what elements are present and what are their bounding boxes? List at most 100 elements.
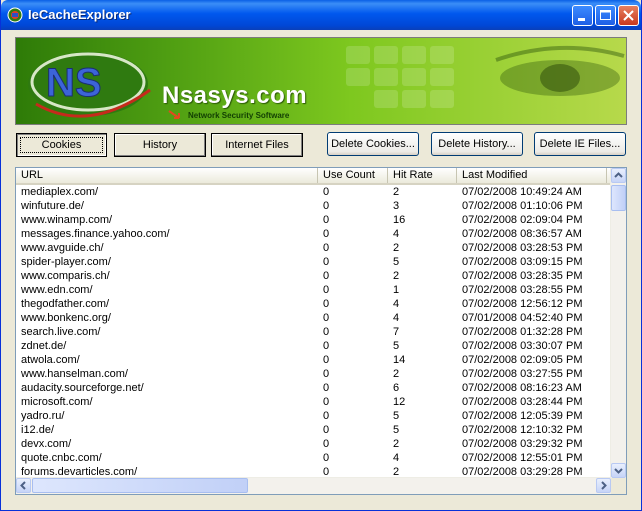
cell-url: www.bonkenc.org/	[21, 312, 111, 324]
scroll-up-button[interactable]	[611, 168, 626, 183]
table-row[interactable]: i12.de/0 5 07/02/2008 12:10:32 PM	[16, 423, 612, 437]
delete-ie-files-button-label: Delete IE Files...	[539, 138, 621, 150]
cell-last-modified: 07/02/2008 03:30:07 PM	[462, 340, 583, 352]
cell-use-count: 0	[323, 214, 330, 226]
scroll-down-button[interactable]	[611, 463, 626, 478]
list-header: URL Use Count Hit Rate Last Modified	[16, 168, 612, 185]
table-row[interactable]: spider-player.com/0 5 07/02/2008 03:09:15 …	[16, 255, 612, 269]
delete-ie-files-button[interactable]: Delete IE Files...	[534, 132, 626, 156]
cell-hit-rate: 4	[393, 228, 400, 240]
cell-use-count: 0	[323, 354, 330, 366]
table-row[interactable]: www.winamp.com/0 16 07/02/2008 02:09:04 PM	[16, 213, 612, 227]
table-row[interactable]: atwola.com/0 14 07/02/2008 02:09:05 PM	[16, 353, 612, 367]
scroll-left-button[interactable]	[16, 478, 31, 493]
cell-use-count: 0	[323, 424, 330, 436]
cell-use-count: 0	[323, 396, 330, 408]
maximize-button[interactable]	[595, 5, 616, 26]
cell-url: search.live.com/	[21, 326, 101, 338]
main-window: IeCacheExplorer NS Nsasys.com Network Se…	[0, 0, 642, 511]
banner-decoration	[346, 68, 370, 86]
cell-last-modified: 07/02/2008 12:56:12 PM	[462, 298, 583, 310]
cell-last-modified: 07/02/2008 03:09:15 PM	[462, 256, 583, 268]
cell-use-count: 0	[323, 410, 330, 422]
table-row[interactable]: devx.com/0 2 07/02/2008 03:29:32 PM	[16, 437, 612, 451]
column-header-last-modified[interactable]: Last Modified	[457, 168, 607, 183]
table-row[interactable]: yadro.ru/0 5 07/02/2008 12:05:39 PM	[16, 409, 612, 423]
internet-files-button[interactable]: Internet Files	[211, 133, 303, 157]
table-row[interactable]: mediaplex.com/0 2 07/02/2008 10:49:24 AM	[16, 185, 612, 199]
close-button[interactable]	[618, 5, 639, 26]
table-row[interactable]: microsoft.com/0 12 07/02/2008 03:28:44 PM	[16, 395, 612, 409]
cell-url: yadro.ru/	[21, 410, 65, 422]
cell-use-count: 0	[323, 200, 330, 212]
table-row[interactable]: thegodfather.com/0 4 07/02/2008 12:56:12 P…	[16, 297, 612, 311]
tagline-text: Network Security Software	[188, 111, 290, 120]
cell-url: www.comparis.ch/	[21, 270, 110, 282]
cell-last-modified: 07/02/2008 12:10:32 PM	[462, 424, 583, 436]
table-row[interactable]: winfuture.de/0 3 07/02/2008 01:10:06 PM	[16, 199, 612, 213]
table-row[interactable]: www.edn.com/0 1 07/02/2008 03:28:55 PM	[16, 283, 612, 297]
cell-hit-rate: 14	[393, 354, 406, 366]
table-row[interactable]: search.live.com/0 7 07/02/2008 01:32:28 PM	[16, 325, 612, 339]
vertical-scrollbar[interactable]	[610, 168, 626, 478]
banner-decoration	[430, 46, 454, 64]
cell-use-count: 0	[323, 452, 330, 464]
column-header-use-count[interactable]: Use Count	[318, 168, 388, 183]
title-bar[interactable]: IeCacheExplorer	[1, 0, 641, 30]
cell-url: microsoft.com/	[21, 396, 93, 408]
minimize-icon	[578, 18, 585, 21]
table-row[interactable]: www.hanselman.com/0 2 07/02/2008 03:27:55 …	[16, 367, 612, 381]
cell-url: audacity.sourceforge.net/	[21, 382, 144, 394]
delete-history-button[interactable]: Delete History...	[431, 132, 523, 156]
table-row[interactable]: www.avguide.ch/0 2 07/02/2008 03:28:53 PM	[16, 241, 612, 255]
cell-use-count: 0	[323, 242, 330, 254]
cell-last-modified: 07/02/2008 08:16:23 AM	[462, 382, 582, 394]
cell-hit-rate: 2	[393, 242, 400, 254]
minimize-button[interactable]	[572, 5, 593, 26]
cell-last-modified: 07/02/2008 03:28:44 PM	[462, 396, 583, 408]
cookies-button[interactable]: Cookies	[16, 133, 107, 157]
cell-url: spider-player.com/	[21, 256, 111, 268]
table-row[interactable]: www.bonkenc.org/0 4 07/01/2008 04:52:40 PM	[16, 311, 612, 325]
history-button-label: History	[142, 139, 178, 151]
table-row[interactable]: zdnet.de/0 5 07/02/2008 03:30:07 PM	[16, 339, 612, 353]
banner-decoration	[374, 90, 398, 108]
banner-decoration	[374, 68, 398, 86]
cell-hit-rate: 5	[393, 424, 400, 436]
cell-hit-rate: 1	[393, 284, 400, 296]
cell-hit-rate: 7	[393, 326, 400, 338]
cell-hit-rate: 5	[393, 410, 400, 422]
banner-decoration	[346, 46, 370, 64]
cell-hit-rate: 6	[393, 382, 400, 394]
horizontal-scroll-thumb[interactable]	[32, 478, 248, 493]
delete-history-button-label: Delete History...	[438, 138, 516, 150]
history-button[interactable]: History	[114, 133, 206, 157]
cell-hit-rate: 5	[393, 340, 400, 352]
table-row[interactable]: audacity.sourceforge.net/0 6 07/02/2008 08…	[16, 381, 612, 395]
banner-decoration	[374, 46, 398, 64]
table-row[interactable]: www.comparis.ch/0 2 07/02/2008 03:28:35 PM	[16, 269, 612, 283]
cell-use-count: 0	[323, 256, 330, 268]
table-row[interactable]: messages.finance.yahoo.com/0 4 07/02/2008 …	[16, 227, 612, 241]
cell-use-count: 0	[323, 368, 330, 380]
vertical-scroll-thumb[interactable]	[611, 185, 626, 211]
column-header-url[interactable]: URL	[16, 168, 318, 183]
column-header-hit-rate[interactable]: Hit Rate	[388, 168, 457, 183]
cell-url: www.hanselman.com/	[21, 368, 128, 380]
cell-last-modified: 07/02/2008 03:28:53 PM	[462, 242, 583, 254]
brand-text: Nsasys.com	[162, 82, 308, 109]
ns-logo: NS	[28, 52, 151, 118]
internet-files-button-label: Internet Files	[225, 139, 289, 151]
table-row[interactable]: quote.cnbc.com/0 4 07/02/2008 12:55:01 PM	[16, 451, 612, 465]
cell-hit-rate: 3	[393, 200, 400, 212]
cell-use-count: 0	[323, 186, 330, 198]
ns-app-icon	[7, 7, 23, 23]
scroll-right-button[interactable]	[596, 478, 611, 493]
horizontal-scrollbar[interactable]	[16, 477, 612, 494]
cell-use-count: 0	[323, 312, 330, 324]
cell-url: zdnet.de/	[21, 340, 67, 352]
delete-cookies-button[interactable]: Delete Cookies...	[327, 132, 419, 156]
cache-list-view[interactable]: URL Use Count Hit Rate Last Modified med…	[15, 167, 627, 495]
chevron-down-icon	[614, 468, 623, 474]
cell-url: www.winamp.com/	[21, 214, 113, 226]
